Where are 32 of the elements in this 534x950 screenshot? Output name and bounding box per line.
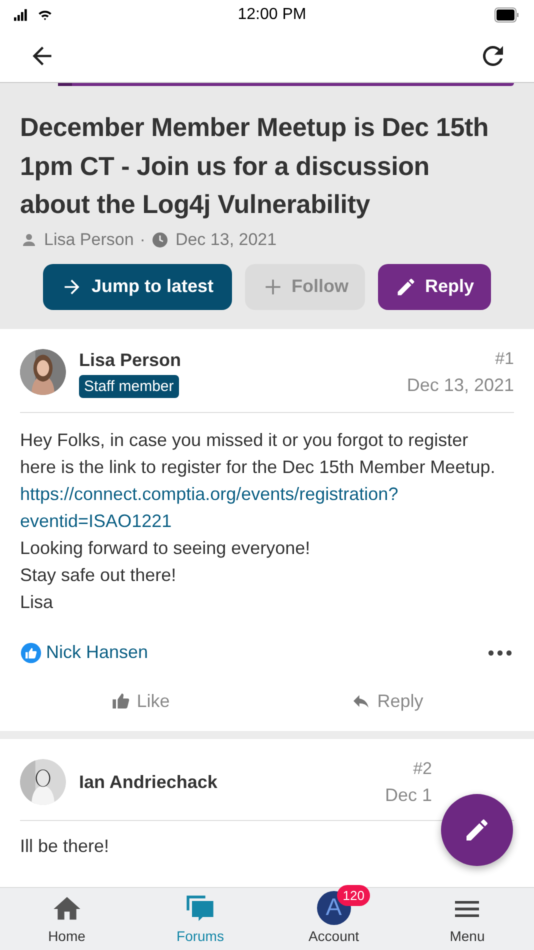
reply-button[interactable]: Reply [345, 690, 430, 712]
post-number: #1 [495, 348, 514, 368]
post-text: Lisa [20, 590, 54, 614]
nav-tab[interactable]: Home [0, 888, 134, 950]
post-date: Dec 13, 2021 [406, 374, 514, 396]
topic-author: Lisa Person [44, 230, 134, 250]
author-name[interactable]: Lisa Person [79, 350, 394, 370]
meta-separator: · [140, 230, 146, 250]
post-text: Hey Folks, in case you missed it or you forgot to register here is the link to register for the Dec 15th Member Meetup. [20, 428, 496, 479]
clock-icon [151, 230, 170, 248]
post-text: Stay safe out there! [20, 564, 178, 587]
nav-tab[interactable]: Forums [134, 888, 267, 950]
nav-tab[interactable]: Menu [400, 888, 534, 950]
topic-title: December Member Meetup is Dec 15th 1pm CT - Join us for a discussion about the Log4j Vulnerability [20, 111, 490, 221]
reply-button[interactable]: Reply [378, 264, 491, 310]
thumbs-up-icon [110, 691, 131, 711]
post-text: Looking forward to seeing everyone! [20, 536, 312, 560]
author-name[interactable]: Ian Andriechack [79, 772, 372, 793]
post-number: #2 [413, 758, 432, 778]
jump-button[interactable]: Jump to latest [43, 264, 232, 310]
more-icon[interactable] [486, 650, 514, 656]
like-button[interactable]: Like [104, 690, 176, 712]
staff-badge: Staff member [79, 374, 179, 398]
post-text: Ill be there! [20, 834, 110, 858]
notification-count: 120 [336, 885, 370, 906]
topic-date: Dec 13, 2021 [175, 230, 277, 250]
post-date: Dec 1 [384, 784, 432, 806]
wifi-icon [36, 8, 54, 22]
post-link[interactable]: https://connect.comptia.org/events/registration?eventid=ISAO1221 [20, 480, 398, 534]
liker-name[interactable]: Nick Hansen [46, 642, 148, 663]
status-time: 12:00 PM [238, 6, 306, 24]
thumbs-up-icon [20, 642, 42, 664]
